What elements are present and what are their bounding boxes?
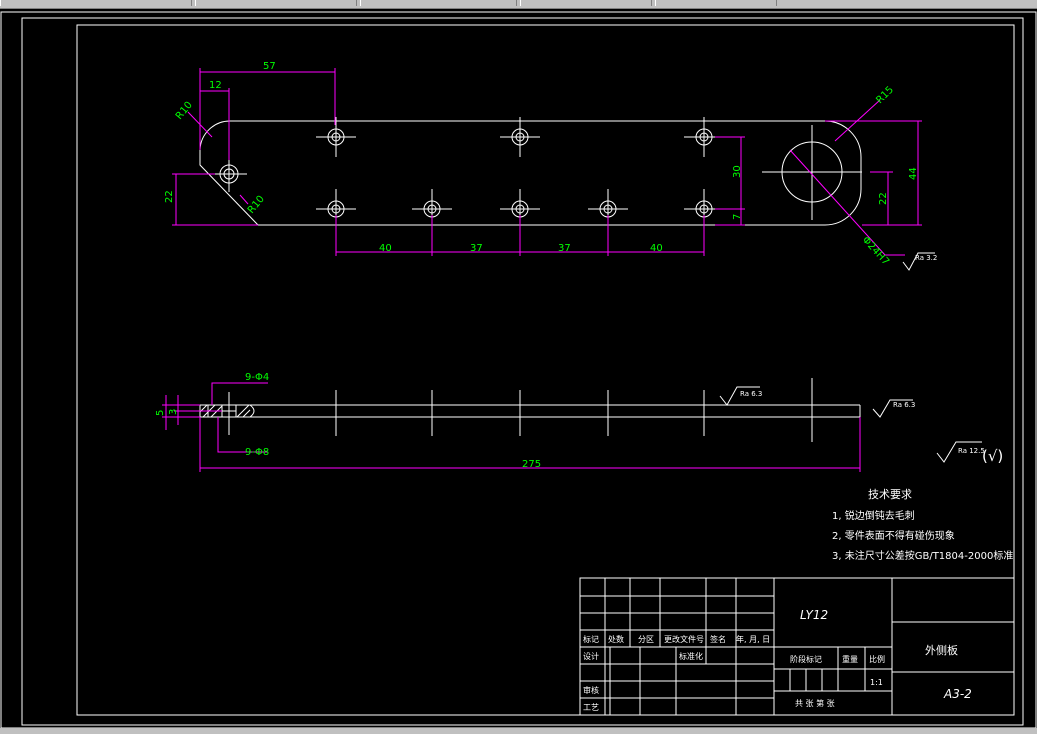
row-design: 设计 bbox=[583, 651, 599, 661]
dim-5: 5 bbox=[155, 410, 166, 416]
sheet-inner-frame bbox=[76, 24, 1015, 716]
hole-pattern bbox=[316, 117, 724, 229]
col-sign: 签名 bbox=[710, 634, 726, 644]
top-view-dim-text: 57 12 R10 R10 22 40 37 37 40 30 7 44 22 … bbox=[164, 61, 919, 268]
material: LY12 bbox=[800, 608, 828, 622]
cad-drawing-canvas[interactable]: 57 12 R10 R10 22 40 37 37 40 30 7 44 22 … bbox=[0, 0, 1037, 734]
side-view bbox=[199, 392, 861, 435]
dim-r10-top: R10 bbox=[174, 100, 195, 122]
stage-mark: 阶段标记 bbox=[790, 654, 822, 664]
row-process: 工艺 bbox=[583, 703, 599, 712]
svg-text:(√): (√) bbox=[982, 447, 1003, 465]
col-docno: 更改文件号 bbox=[664, 634, 704, 644]
dim-holes-top: 9-Φ4 bbox=[245, 372, 269, 383]
part-name: 外侧板 bbox=[925, 643, 958, 657]
row-check: 审核 bbox=[583, 685, 599, 695]
top-view-dimensions bbox=[172, 68, 922, 256]
dim-22-left: 22 bbox=[164, 190, 175, 203]
drawing-number: A3-2 bbox=[943, 687, 972, 701]
centerlines bbox=[211, 125, 862, 220]
title-block-text: LY12 外侧板 A3-2 1:1 标记 处数 分区 更改文件号 签名 年, 月… bbox=[583, 608, 972, 712]
col-zone: 分区 bbox=[638, 635, 654, 644]
sheet-count: 共 张 第 张 bbox=[795, 698, 835, 708]
dim-holes-bottom: 9-Φ8 bbox=[245, 447, 269, 458]
dim-r15: R15 bbox=[874, 84, 896, 106]
tech-item-3: 3, 未注尺寸公差按GB/T1804-2000标准 bbox=[832, 549, 1013, 562]
dim-40-a: 40 bbox=[379, 243, 392, 254]
col-mark: 标记 bbox=[583, 634, 599, 644]
row-standard: 标准化 bbox=[679, 651, 703, 661]
viewport-border bbox=[0, 11, 1037, 729]
dim-12: 12 bbox=[209, 80, 222, 91]
dim-22-right: 22 bbox=[878, 192, 889, 205]
roughness-symbol-3: Ra 6.3 bbox=[872, 399, 915, 418]
side-view-dim-text: 5 3 9-Φ4 9-Φ8 275 bbox=[155, 372, 541, 470]
tech-title: 技术要求 bbox=[868, 488, 912, 501]
col-count: 处数 bbox=[608, 634, 624, 644]
tech-item-1: 1, 锐边倒钝去毛刺 bbox=[832, 509, 915, 522]
tech-item-2: 2, 零件表面不得有碰伤现象 bbox=[832, 529, 955, 542]
dim-275: 275 bbox=[522, 459, 541, 470]
dim-3: 3 bbox=[168, 409, 179, 415]
side-view-hole-centerlines bbox=[335, 378, 813, 442]
svg-text:Ra 6.3: Ra 6.3 bbox=[740, 390, 762, 398]
status-strip bbox=[0, 728, 1037, 734]
dim-30: 30 bbox=[732, 165, 743, 178]
svg-text:Ra 6.3: Ra 6.3 bbox=[893, 401, 915, 409]
mounting-hole bbox=[500, 117, 540, 157]
roughness-general: Ra 12.5 (√) bbox=[936, 441, 1003, 465]
dim-r10-bottom: R10 bbox=[246, 194, 267, 216]
svg-text:Ra 3.2: Ra 3.2 bbox=[915, 254, 937, 262]
col-date: 年, 月, 日 bbox=[736, 634, 770, 644]
dim-7: 7 bbox=[732, 214, 743, 220]
roughness-symbol-2: Ra 6.3 bbox=[719, 386, 762, 406]
sheet-outer-frame bbox=[21, 17, 1024, 726]
svg-text:Ra 12.5: Ra 12.5 bbox=[958, 447, 985, 455]
scale-value: 1:1 bbox=[870, 678, 883, 687]
roughness-symbol-1: Ra 3.2 bbox=[902, 252, 937, 271]
ratio: 比例 bbox=[869, 654, 885, 664]
mounting-hole bbox=[316, 117, 356, 157]
technical-requirements: 技术要求 1, 锐边倒钝去毛刺 2, 零件表面不得有碰伤现象 3, 未注尺寸公差… bbox=[832, 488, 1013, 562]
weight: 重量 bbox=[842, 654, 858, 664]
dim-40-b: 40 bbox=[650, 243, 663, 254]
dim-37-b: 37 bbox=[558, 243, 571, 254]
dim-44: 44 bbox=[908, 167, 919, 180]
dim-phi24: Φ24H7 bbox=[860, 235, 891, 268]
dim-37-a: 37 bbox=[470, 243, 483, 254]
dim-57: 57 bbox=[263, 61, 276, 72]
